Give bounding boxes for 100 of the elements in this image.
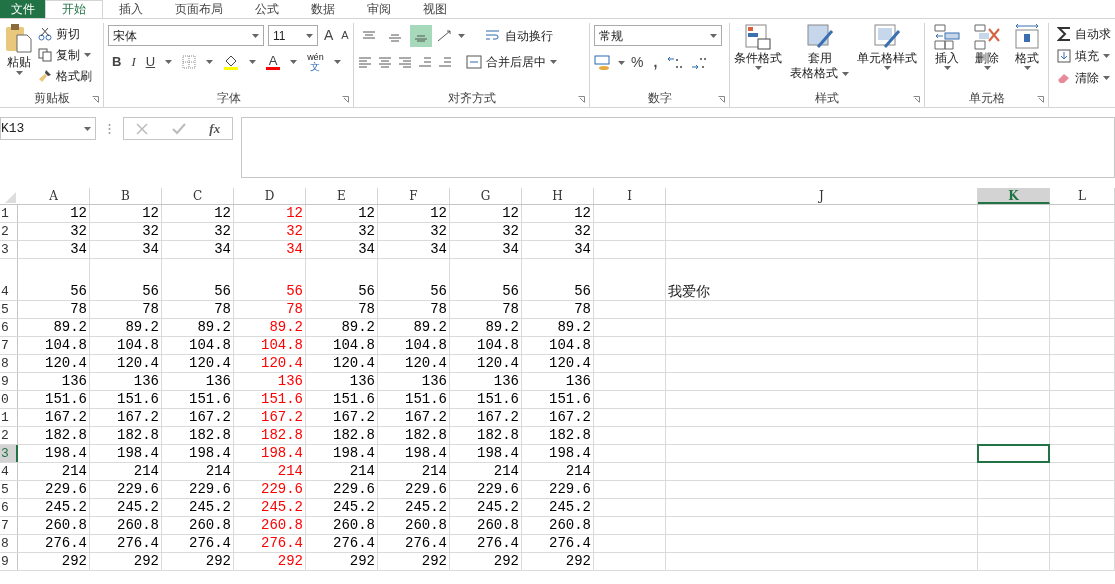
cell-value: 229.6 bbox=[477, 481, 519, 498]
bold-button[interactable]: B bbox=[112, 52, 122, 72]
italic-button[interactable]: I bbox=[131, 52, 136, 72]
format-button[interactable]: 格式 bbox=[1013, 23, 1041, 70]
row-header[interactable]: 8 bbox=[0, 535, 18, 552]
phonetic-button[interactable]: wén 文 bbox=[307, 52, 324, 72]
fill-bucket-icon[interactable] bbox=[223, 54, 240, 70]
insert-button[interactable]: 插入 bbox=[933, 23, 961, 70]
cut-button[interactable]: 剪切 bbox=[38, 25, 92, 43]
delete-cells-icon bbox=[973, 23, 1001, 51]
row-header[interactable]: 2 bbox=[0, 223, 18, 240]
font-size-field[interactable]: 11 bbox=[268, 25, 318, 46]
column-header[interactable]: C bbox=[162, 188, 234, 204]
row-header[interactable]: 5 bbox=[0, 481, 18, 498]
format-painter-button[interactable]: 格式刷 bbox=[38, 67, 92, 85]
row-header[interactable]: 9 bbox=[0, 553, 18, 570]
dialog-launcher-icon[interactable] bbox=[342, 96, 349, 103]
dialog-launcher-icon[interactable] bbox=[92, 96, 99, 103]
insert-function-button[interactable]: fx bbox=[209, 118, 221, 139]
row-header[interactable]: 0 bbox=[0, 391, 18, 408]
formula-input[interactable] bbox=[241, 117, 1115, 178]
font-color-button[interactable]: A bbox=[266, 54, 281, 70]
column-header[interactable]: A bbox=[18, 188, 90, 204]
column-header[interactable]: K bbox=[978, 188, 1050, 204]
ribbon-tab[interactable]: 页面布局 bbox=[159, 0, 239, 18]
check-icon[interactable] bbox=[171, 122, 186, 135]
grow-font-button[interactable]: A bbox=[322, 25, 336, 46]
copy-button[interactable]: 复制 bbox=[38, 46, 92, 64]
row-header[interactable]: 5 bbox=[0, 301, 18, 318]
brush-icon bbox=[38, 69, 52, 83]
dialog-launcher-icon[interactable] bbox=[913, 96, 920, 103]
orientation-icon[interactable] bbox=[436, 29, 454, 43]
cell-value: 198.4 bbox=[117, 445, 159, 462]
cell-value: 260.8 bbox=[45, 517, 87, 534]
clear-button[interactable]: 清除 bbox=[1057, 69, 1111, 87]
percent-button[interactable]: % bbox=[631, 52, 644, 73]
font-name-field[interactable]: 宋体 bbox=[108, 25, 264, 46]
paste-button[interactable]: 粘贴 bbox=[4, 23, 34, 90]
row-header[interactable]: 8 bbox=[0, 355, 18, 372]
autosum-button[interactable]: 自动求 bbox=[1057, 25, 1111, 43]
group-label: 字体 bbox=[216, 90, 241, 107]
cancel-icon[interactable] bbox=[135, 122, 148, 135]
cell-styles-button[interactable]: 单元格样式 bbox=[857, 23, 917, 70]
dialog-launcher-icon[interactable] bbox=[1037, 96, 1044, 103]
name-box[interactable]: K13 bbox=[0, 117, 96, 140]
column-header[interactable]: I bbox=[594, 188, 666, 204]
column-header[interactable]: E bbox=[306, 188, 378, 204]
vertical-align-button[interactable] bbox=[410, 25, 432, 47]
ribbon-tab[interactable]: 数据 bbox=[295, 0, 351, 18]
cell-value: 182.8 bbox=[333, 427, 375, 444]
underline-button[interactable]: U bbox=[145, 52, 156, 72]
format-as-table-button[interactable]: 套用 表格格式 bbox=[790, 23, 849, 81]
column-header[interactable]: D bbox=[234, 188, 306, 204]
cell-value: 136 bbox=[205, 373, 231, 390]
column-header[interactable]: F bbox=[378, 188, 450, 204]
wrap-text-button[interactable]: 自动换行 bbox=[485, 27, 553, 45]
cell-value: 56 bbox=[70, 283, 87, 300]
dialog-launcher-icon[interactable] bbox=[578, 96, 585, 103]
fill-button[interactable]: 填充 bbox=[1057, 47, 1111, 65]
cell-value: 78 bbox=[358, 301, 375, 318]
ribbon-tab[interactable]: 公式 bbox=[239, 0, 295, 18]
cell-value: 151.6 bbox=[333, 391, 375, 408]
number-format-field[interactable]: 常规 bbox=[594, 25, 722, 46]
row-header[interactable]: 1 bbox=[0, 205, 18, 222]
row-header[interactable]: 4 bbox=[0, 259, 18, 300]
row-header[interactable]: 2 bbox=[0, 427, 18, 444]
dialog-launcher-icon[interactable] bbox=[718, 96, 725, 103]
column-header[interactable]: H bbox=[522, 188, 594, 204]
row-header[interactable]: 6 bbox=[0, 499, 18, 516]
column-header[interactable]: L bbox=[1050, 188, 1115, 204]
column-header[interactable]: G bbox=[450, 188, 522, 204]
currency-icon[interactable] bbox=[594, 54, 612, 71]
delete-button[interactable]: 删除 bbox=[973, 23, 1001, 70]
ribbon-tab[interactable]: 视图 bbox=[407, 0, 463, 18]
ribbon-tab[interactable]: 审阅 bbox=[351, 0, 407, 18]
cell-value: 260.8 bbox=[117, 517, 159, 534]
cell-value: 32 bbox=[142, 223, 159, 240]
ribbon-tab[interactable]: 插入 bbox=[103, 0, 159, 18]
cell-value: 245.2 bbox=[117, 499, 159, 516]
row-header[interactable]: 7 bbox=[0, 337, 18, 354]
group-label: 样式 bbox=[815, 90, 839, 107]
ribbon-tab[interactable]: 开始 bbox=[45, 0, 103, 18]
shrink-font-button[interactable]: A bbox=[339, 27, 351, 44]
file-tab[interactable]: 文件 bbox=[0, 0, 45, 18]
conditional-format-button[interactable]: 条件格式 bbox=[734, 23, 782, 70]
row-header[interactable]: 1 bbox=[0, 409, 18, 426]
merge-center-button[interactable]: 合并后居中 bbox=[466, 53, 557, 71]
row-header[interactable]: 9 bbox=[0, 373, 18, 390]
row-header[interactable]: 3 bbox=[0, 445, 18, 462]
comma-button[interactable]: , bbox=[649, 52, 662, 73]
row-header[interactable]: 7 bbox=[0, 517, 18, 534]
column-header[interactable]: B bbox=[90, 188, 162, 204]
cell-value: 32 bbox=[286, 223, 303, 240]
cell-value: 245.2 bbox=[477, 499, 519, 516]
row-header[interactable]: 6 bbox=[0, 319, 18, 336]
selected-cell[interactable] bbox=[977, 444, 1050, 463]
row-header[interactable]: 4 bbox=[0, 463, 18, 480]
row-header[interactable]: 3 bbox=[0, 241, 18, 258]
cell-value: 32 bbox=[502, 223, 519, 240]
eraser-icon bbox=[1057, 72, 1071, 84]
